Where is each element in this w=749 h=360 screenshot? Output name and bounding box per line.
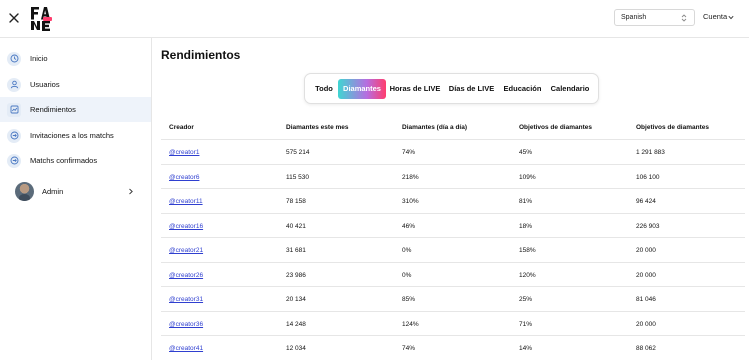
table-cell: 81 046 <box>636 296 656 303</box>
table-row: @creator11 78 158 310% 81% 96 424 <box>161 189 745 214</box>
table-cell: 0% <box>402 271 412 279</box>
sidebar-item-rendimientos[interactable]: Rendimientos <box>0 97 151 122</box>
chevron-right-icon <box>129 188 133 195</box>
table-cell: 31 681 <box>286 247 306 254</box>
page-title: Rendimientos <box>161 48 241 62</box>
table-cell: 14 248 <box>286 320 306 328</box>
creator-link[interactable]: @creator6 <box>169 174 199 181</box>
table-cell: 109% <box>519 173 536 181</box>
table-cell: 20 000 <box>636 271 656 279</box>
column-header[interactable]: Objetivos de diamantes <box>636 124 709 131</box>
table-row: @creator16 40 421 46% 18% 226 903 <box>161 214 745 238</box>
table-cell: 78 158 <box>286 198 306 205</box>
language-select[interactable]: Spanish <box>614 9 695 26</box>
table-cell: 158% <box>519 247 536 254</box>
tab-horas-de-live[interactable]: Horas de LIVE <box>389 79 441 99</box>
tab-educacion[interactable]: Educación <box>502 79 543 99</box>
table-cell: 85% <box>402 296 416 303</box>
column-header[interactable]: Diamantes (día a día) <box>402 124 467 131</box>
creator-link[interactable]: @creator11 <box>169 198 203 205</box>
table-row: @creator31 20 134 85% 25% 81 046 <box>161 287 745 312</box>
user-name: Admin <box>42 187 64 196</box>
table-cell: 25% <box>519 296 533 303</box>
table-row: @creator1 575 214 74% 45% 1 291 883 <box>161 140 745 165</box>
table-cell: 96 424 <box>636 198 656 205</box>
sidebar-item-label: Invitaciones a los matchs <box>30 131 114 140</box>
table-cell: 20 000 <box>636 247 656 254</box>
table-cell: 20 134 <box>286 296 306 303</box>
avatar <box>15 182 34 201</box>
column-header[interactable]: Diamantes este mes <box>286 124 349 131</box>
sidebar-item-inicio[interactable]: Inicio <box>0 46 151 71</box>
tab-bar: Todo Diamantes Horas de LIVE Días de LIV… <box>304 73 599 104</box>
chevron-down-icon <box>728 15 734 19</box>
table-cell: 88 062 <box>636 345 656 352</box>
table-cell: 0% <box>402 247 412 254</box>
table-cell: 71% <box>519 320 533 328</box>
chart-icon <box>7 102 21 117</box>
table-cell: 575 214 <box>286 149 310 156</box>
creator-link[interactable]: @creator31 <box>169 296 203 303</box>
link-icon <box>7 128 21 143</box>
table-cell: 40 421 <box>286 222 306 230</box>
tab-calendario[interactable]: Calendario <box>549 79 591 99</box>
creator-link[interactable]: @creator16 <box>169 223 203 230</box>
table-cell: 226 903 <box>636 222 660 230</box>
column-header[interactable]: Creador <box>169 124 194 131</box>
table-row: @creator36 14 248 124% 71% 20 000 <box>161 312 745 336</box>
table-cell: 81% <box>519 198 533 205</box>
table-cell: 310% <box>402 198 419 205</box>
table-cell: 12 034 <box>286 345 306 352</box>
table-row: @creator26 23 986 0% 120% 20 000 <box>161 263 745 287</box>
sidebar-item-matchs-confirmados[interactable]: Matchs confirmados <box>0 148 151 173</box>
table-cell: 120% <box>519 271 536 279</box>
table-cell: 18% <box>519 222 533 230</box>
sidebar-item-label: Rendimientos <box>30 105 76 114</box>
sidebar-item-usuarios[interactable]: Usuarios <box>0 72 151 97</box>
account-label: Cuenta <box>703 12 728 21</box>
table-row: @creator6 115 530 218% 109% 106 100 <box>161 165 745 189</box>
table-row: @creator41 12 034 74% 14% 88 062 <box>161 336 745 360</box>
tab-todo[interactable]: Todo <box>313 79 335 99</box>
sidebar: Inicio Usuarios Rendimientos Invitacione… <box>0 38 152 360</box>
sidebar-item-label: Inicio <box>30 54 48 63</box>
sidebar-item-invitaciones[interactable]: Invitaciones a los matchs <box>0 123 151 148</box>
brand-logo-icon[interactable] <box>28 4 54 32</box>
table-cell: 46% <box>402 222 416 230</box>
table-cell: 74% <box>402 345 416 352</box>
user-profile-row[interactable]: Admin <box>0 180 151 204</box>
table-cell: 45% <box>519 149 533 156</box>
table-cell: 74% <box>402 149 416 156</box>
table-cell: 115 530 <box>286 173 310 181</box>
table-header: Creador Diamantes este mes Diamantes (dí… <box>161 115 745 140</box>
tab-diamantes[interactable]: Diamantes <box>338 79 386 99</box>
select-arrows-icon <box>681 14 687 22</box>
language-select-value: Spanish <box>621 14 647 21</box>
main-content: Rendimientos Todo Diamantes Horas de LIV… <box>152 38 749 360</box>
table-cell: 20 000 <box>636 320 656 328</box>
table-cell: 14% <box>519 345 533 352</box>
creator-link[interactable]: @creator1 <box>169 149 199 156</box>
table-cell: 23 986 <box>286 271 306 279</box>
creator-link[interactable]: @creator36 <box>169 321 203 328</box>
sidebar-item-label: Matchs confirmados <box>30 156 98 165</box>
sidebar-item-label: Usuarios <box>30 80 60 89</box>
table-cell: 1 291 883 <box>636 149 665 156</box>
top-header: Spanish Cuenta <box>0 0 749 38</box>
creator-link[interactable]: @creator26 <box>169 272 203 279</box>
table-cell: 124% <box>402 320 419 328</box>
clock-icon <box>7 51 21 66</box>
table-row: @creator21 31 681 0% 158% 20 000 <box>161 238 745 263</box>
creator-link[interactable]: @creator41 <box>169 345 203 352</box>
tab-dias-de-live[interactable]: Días de LIVE <box>448 79 495 99</box>
creator-link[interactable]: @creator21 <box>169 247 203 254</box>
link-icon <box>7 153 21 168</box>
close-icon[interactable] <box>7 11 21 25</box>
user-icon <box>7 77 21 92</box>
column-header[interactable]: Objetivos de diamantes <box>519 124 592 131</box>
account-menu[interactable]: Cuenta <box>703 12 734 21</box>
table-cell: 218% <box>402 173 419 181</box>
table-cell: 106 100 <box>636 173 660 181</box>
